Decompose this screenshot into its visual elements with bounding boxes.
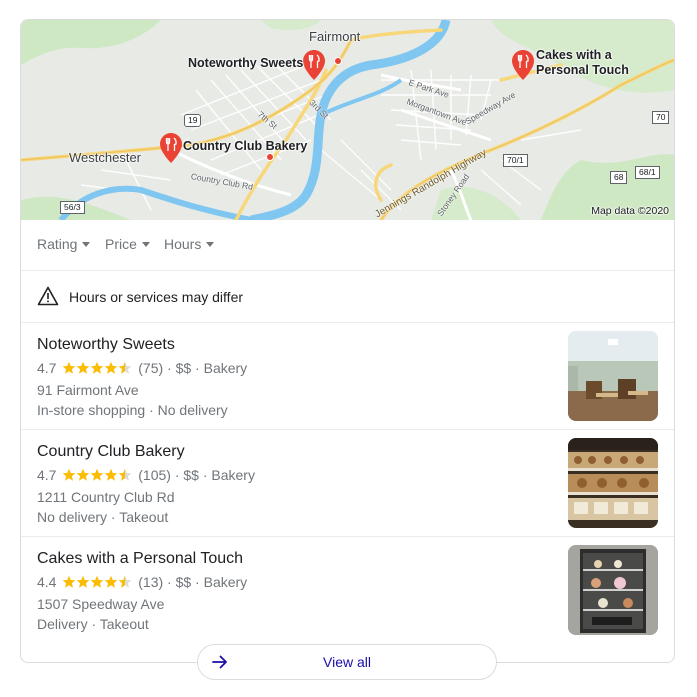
map-pin-label-cakes[interactable]: Cakes with a Personal Touch bbox=[536, 48, 646, 78]
view-all-button[interactable]: View all bbox=[197, 644, 497, 680]
review-count: (75) bbox=[138, 360, 164, 376]
caret-down-icon bbox=[206, 241, 215, 247]
result-item[interactable]: Noteworthy Sweets 4.7 (75) · $$ · Bakery… bbox=[21, 323, 674, 430]
result-services: In-store shopping · No delivery bbox=[37, 402, 228, 418]
hours-notice: Hours or services may differ bbox=[21, 271, 674, 323]
route-shield-70-1: 70/1 bbox=[503, 154, 528, 167]
view-all-label: View all bbox=[323, 654, 371, 670]
photo-cake-display bbox=[568, 545, 658, 635]
result-name[interactable]: Cakes with a Personal Touch bbox=[37, 550, 243, 568]
result-rating-line: 4.4 (13) · $$ · Bakery bbox=[37, 574, 247, 590]
filter-hours[interactable]: Hours bbox=[164, 236, 215, 252]
map-place-fairmont: Fairmont bbox=[309, 29, 361, 44]
price-category: · $$ · Bakery bbox=[174, 467, 255, 483]
local-results-card: Fairmont Westchester Noteworthy Sweets C… bbox=[20, 19, 675, 663]
result-name[interactable]: Noteworthy Sweets bbox=[37, 336, 175, 354]
map-pin-noteworthy-sweets-icon[interactable] bbox=[303, 50, 325, 80]
result-address: 1507 Speedway Ave bbox=[37, 596, 165, 612]
result-services: Delivery · Takeout bbox=[37, 616, 149, 632]
map-pin-label-noteworthy[interactable]: Noteworthy Sweets bbox=[188, 56, 303, 70]
route-shield-68-1: 68/1 bbox=[635, 166, 660, 179]
filter-bar: Rating Price Hours bbox=[21, 220, 674, 271]
photo-bakery-case bbox=[568, 438, 658, 528]
result-photo[interactable] bbox=[568, 438, 658, 528]
map[interactable]: Fairmont Westchester Noteworthy Sweets C… bbox=[21, 20, 674, 220]
rating-value: 4.7 bbox=[37, 360, 57, 376]
star-rating-icon bbox=[62, 361, 132, 375]
rating-value: 4.7 bbox=[37, 467, 57, 483]
review-count: (13) bbox=[138, 574, 164, 590]
warning-icon bbox=[37, 286, 59, 306]
result-rating-line: 4.7 (105) · $$ · Bakery bbox=[37, 467, 255, 483]
result-address: 1211 Country Club Rd bbox=[37, 489, 175, 505]
price-category: · $$ · Bakery bbox=[167, 574, 248, 590]
photo-cafe-interior bbox=[568, 331, 658, 421]
result-address: 91 Fairmont Ave bbox=[37, 382, 139, 398]
caret-down-icon bbox=[141, 241, 150, 247]
result-photo[interactable] bbox=[568, 545, 658, 635]
price-category: · $$ · Bakery bbox=[167, 360, 248, 376]
star-rating-icon bbox=[62, 468, 132, 482]
filter-price-label: Price bbox=[105, 236, 137, 252]
map-attribution: Map data ©2020 bbox=[591, 205, 669, 217]
route-shield-56-3: 56/3 bbox=[60, 201, 85, 214]
result-item[interactable]: Country Club Bakery 4.7 (105) · $$ · Bak… bbox=[21, 430, 674, 537]
map-pin-cakes-personal-touch-icon[interactable] bbox=[512, 50, 534, 80]
result-services: No delivery · Takeout bbox=[37, 509, 169, 525]
filter-rating-label: Rating bbox=[37, 236, 78, 252]
rating-value: 4.4 bbox=[37, 574, 57, 590]
star-rating-icon bbox=[62, 575, 132, 589]
result-rating-line: 4.7 (75) · $$ · Bakery bbox=[37, 360, 247, 376]
map-pin-label-country-club[interactable]: Country Club Bakery bbox=[183, 139, 307, 153]
filter-hours-label: Hours bbox=[164, 236, 202, 252]
route-shield-68: 68 bbox=[610, 171, 628, 184]
map-pin-country-club-bakery-icon[interactable] bbox=[160, 133, 182, 163]
review-count: (105) bbox=[138, 467, 171, 483]
filter-price[interactable]: Price bbox=[105, 236, 150, 252]
caret-down-icon bbox=[82, 241, 91, 247]
route-shield-70: 70 bbox=[652, 111, 670, 124]
route-shield-19: 19 bbox=[184, 114, 202, 127]
filter-rating[interactable]: Rating bbox=[37, 236, 91, 252]
map-place-westchester: Westchester bbox=[69, 150, 142, 165]
result-item[interactable]: Cakes with a Personal Touch 4.4 (13) · $… bbox=[21, 537, 674, 643]
result-photo[interactable] bbox=[568, 331, 658, 421]
notice-text: Hours or services may differ bbox=[69, 289, 244, 305]
result-name[interactable]: Country Club Bakery bbox=[37, 443, 185, 461]
